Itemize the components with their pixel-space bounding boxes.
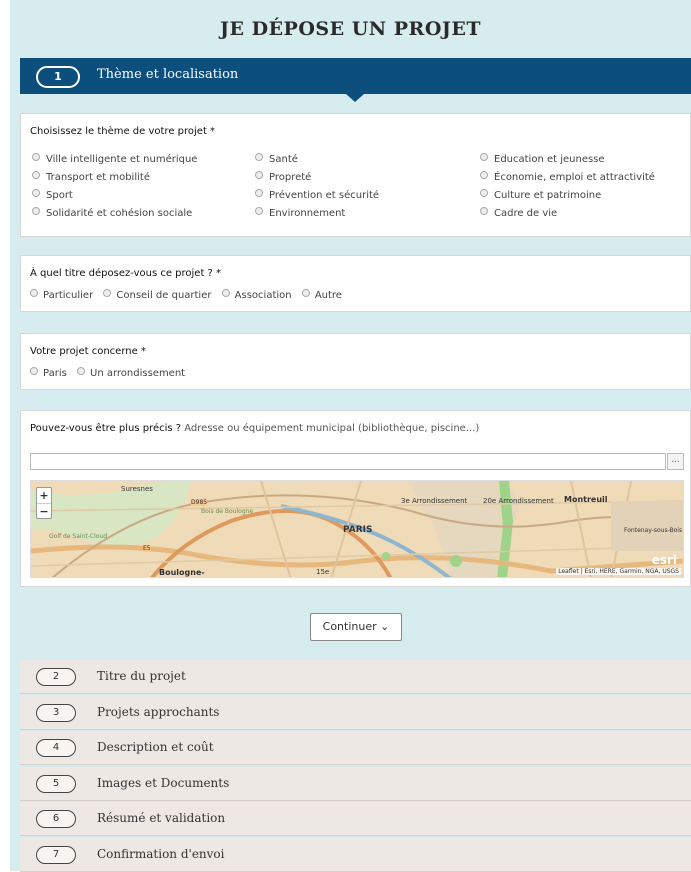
radio-icon[interactable] xyxy=(255,189,263,197)
radio-icon[interactable] xyxy=(32,171,40,179)
location-card: Pouvez-vous être plus précis ? Adresse o… xyxy=(20,410,691,587)
theme-option[interactable]: Culture et patrimoine xyxy=(480,189,601,201)
step-6-header[interactable]: 6 Résumé et validation xyxy=(20,802,691,836)
step-number-badge: 3 xyxy=(36,704,76,722)
theme-option[interactable]: Économie, emploi et attractivité xyxy=(480,171,655,183)
map-label: Suresnes xyxy=(121,485,153,493)
capacity-option[interactable]: Autre xyxy=(301,289,342,301)
step-label: Titre du projet xyxy=(97,669,186,683)
capacity-question: À quel titre déposez-vous ce projet ? * xyxy=(30,268,222,279)
esri-logo: esri xyxy=(651,553,677,567)
theme-option[interactable]: Prévention et sécurité xyxy=(255,189,379,201)
step-pointer-arrow xyxy=(346,94,364,102)
step-label: Description et coût xyxy=(97,740,214,754)
radio-icon[interactable] xyxy=(30,367,38,375)
step-label: Thème et localisation xyxy=(97,67,239,82)
theme-option[interactable]: Cadre de vie xyxy=(480,207,557,219)
location-map[interactable]: + − Suresnes D985 Bois de Boulogne Golf … xyxy=(30,480,684,578)
theme-question: Choisissez le thème de votre projet * xyxy=(30,126,216,137)
theme-option[interactable]: Environnement xyxy=(255,207,345,219)
theme-option[interactable]: Sport xyxy=(32,189,73,201)
step-label: Images et Documents xyxy=(97,776,230,790)
scope-options: Paris Un arrondissement xyxy=(30,367,192,379)
scope-option[interactable]: Un arrondissement xyxy=(77,367,185,379)
theme-option[interactable]: Santé xyxy=(255,153,298,165)
step-label: Résumé et validation xyxy=(97,811,226,825)
map-label: Montreuil xyxy=(564,495,608,504)
radio-icon[interactable] xyxy=(255,153,263,161)
step-2-header[interactable]: 2 Titre du projet xyxy=(20,660,691,694)
zoom-in-button[interactable]: + xyxy=(37,488,51,504)
radio-icon[interactable] xyxy=(103,289,112,297)
map-label: 15e xyxy=(316,568,330,576)
step-number-badge: 7 xyxy=(36,846,76,864)
step-label: Confirmation d'envoi xyxy=(97,847,225,861)
radio-icon[interactable] xyxy=(221,289,230,297)
radio-icon[interactable] xyxy=(77,367,85,375)
page-container: JE DÉPOSE UN PROJET 1 Thème et localisat… xyxy=(10,0,691,872)
theme-option[interactable]: Education et jeunesse xyxy=(480,153,605,165)
map-label: 3e Arrondissement xyxy=(401,497,468,505)
theme-card: Choisissez le thème de votre projet * Vi… xyxy=(20,113,691,237)
map-label: E5 xyxy=(143,545,151,552)
radio-icon[interactable] xyxy=(32,207,40,215)
radio-icon[interactable] xyxy=(32,189,40,197)
address-browse-button[interactable]: ... xyxy=(667,453,684,470)
scope-option[interactable]: Paris xyxy=(30,367,67,379)
map-label: Golf de Saint-Cloud xyxy=(49,533,108,540)
step-label: Projets approchants xyxy=(97,705,220,719)
map-label: Boulogne- xyxy=(159,568,205,577)
radio-icon[interactable] xyxy=(480,153,488,161)
capacity-options: Particulier Conseil de quartier Associat… xyxy=(30,289,349,301)
radio-icon[interactable] xyxy=(255,171,263,179)
step-1-header[interactable]: 1 Thème et localisation xyxy=(20,58,691,94)
step-4-header[interactable]: 4 Description et coût xyxy=(20,731,691,765)
step-number-badge: 4 xyxy=(36,739,76,757)
capacity-card: À quel titre déposez-vous ce projet ? * … xyxy=(20,255,691,312)
step-number-badge: 1 xyxy=(36,66,80,88)
zoom-out-button[interactable]: − xyxy=(37,504,51,519)
step-number-badge: 5 xyxy=(36,775,76,793)
map-label: PARIS xyxy=(343,525,373,535)
capacity-option[interactable]: Conseil de quartier xyxy=(103,289,211,301)
map-label: D985 xyxy=(191,499,208,506)
location-hint: Adresse ou équipement municipal (bibliot… xyxy=(184,423,480,434)
step-number-badge: 6 xyxy=(36,810,76,828)
radio-icon[interactable] xyxy=(480,171,488,179)
capacity-option[interactable]: Association xyxy=(221,289,292,301)
radio-icon[interactable] xyxy=(301,289,310,297)
radio-icon[interactable] xyxy=(255,207,263,215)
scope-card: Votre projet concerne * Paris Un arrondi… xyxy=(20,333,691,390)
continue-button[interactable]: Continuer ⌄ xyxy=(310,613,402,641)
location-question: Pouvez-vous être plus précis ? Adresse o… xyxy=(30,423,480,434)
map-label: Bois de Boulogne xyxy=(201,508,254,515)
step-5-header[interactable]: 5 Images et Documents xyxy=(20,767,691,801)
radio-icon[interactable] xyxy=(30,289,38,297)
radio-icon[interactable] xyxy=(480,189,488,197)
map-attribution[interactable]: Leaflet | Esri, HERE, Garmin, NGA, USGS xyxy=(556,568,681,575)
page-title: JE DÉPOSE UN PROJET xyxy=(220,18,481,40)
theme-option[interactable]: Transport et mobilité xyxy=(32,171,150,183)
map-zoom-control: + − xyxy=(36,487,52,519)
theme-option[interactable]: Ville intelligente et numérique xyxy=(32,153,197,165)
map-label: 20e Arrondissement xyxy=(483,497,554,505)
scope-question: Votre projet concerne * xyxy=(30,346,146,357)
theme-option[interactable]: Solidarité et cohésion sociale xyxy=(32,207,192,219)
step-number-badge: 2 xyxy=(36,668,76,686)
step-3-header[interactable]: 3 Projets approchants xyxy=(20,696,691,730)
map-label: Fontenay-sous-Bois xyxy=(624,527,683,534)
step-7-header[interactable]: 7 Confirmation d'envoi xyxy=(20,838,691,872)
radio-icon[interactable] xyxy=(32,153,40,161)
address-input[interactable] xyxy=(30,453,666,470)
radio-icon[interactable] xyxy=(480,207,488,215)
capacity-option[interactable]: Particulier xyxy=(30,289,93,301)
theme-option[interactable]: Propreté xyxy=(255,171,311,183)
